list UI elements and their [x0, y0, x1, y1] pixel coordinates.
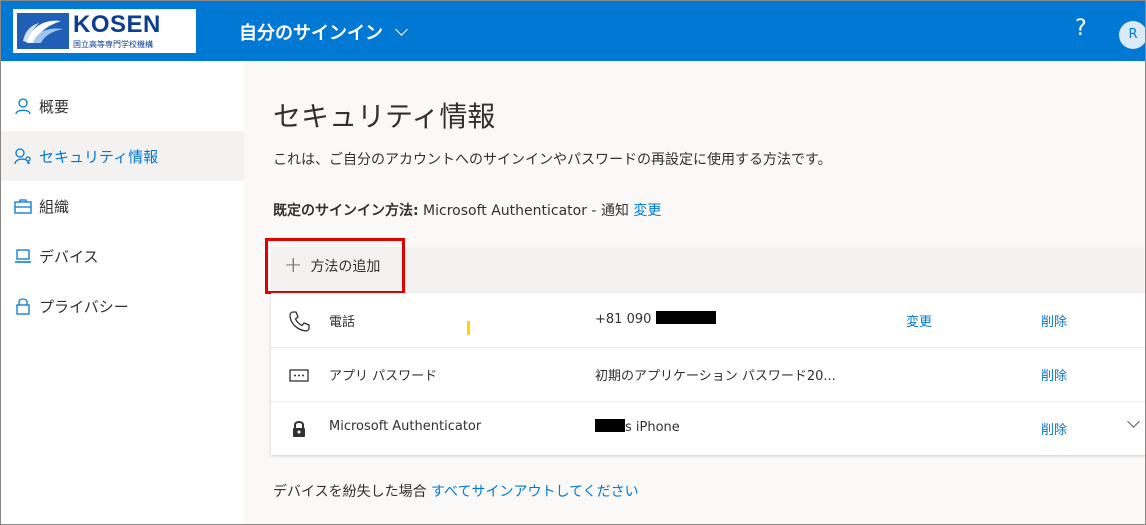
method-detail: s iPhone: [595, 419, 680, 435]
list-item: Microsoft Authenticator s iPhone 削除: [271, 401, 1145, 455]
sidebar-item-privacy[interactable]: プライバシー: [1, 281, 244, 331]
sign-out-everywhere-link[interactable]: すべてサインアウトしてください: [431, 484, 639, 500]
sidebar-item-security-info[interactable]: セキュリティ情報: [1, 131, 244, 181]
security-info-icon: [13, 146, 33, 166]
chevron-down-icon[interactable]: [1127, 415, 1140, 428]
sidebar-item-label: セキュリティ情報: [39, 147, 159, 166]
sidebar-item-overview[interactable]: 概要: [1, 81, 244, 131]
logo-text: KOSEN: [73, 11, 161, 38]
lost-device-label: デバイスを紛失した場合: [273, 484, 432, 500]
phone-number: +81 090: [595, 312, 652, 327]
method-detail: 初期のアプリケーション パスワード20...: [595, 369, 836, 384]
person-icon: [13, 96, 33, 116]
help-icon[interactable]: ?: [1075, 16, 1087, 41]
sidebar-item-label: デバイス: [39, 247, 99, 266]
delete-link[interactable]: 削除: [1041, 365, 1067, 384]
list-item: アプリ パスワード 初期のアプリケーション パスワード20... 削除: [271, 347, 1145, 402]
phone-icon: [287, 309, 311, 333]
app-password-icon: [287, 363, 311, 387]
delete-link[interactable]: 削除: [1041, 311, 1067, 330]
redaction: [655, 311, 716, 324]
sidebar-item-organization[interactable]: 組織: [1, 181, 244, 231]
annotation-mark: [467, 321, 470, 335]
laptop-icon: [13, 246, 33, 266]
default-method-label: 既定のサインイン方法:: [273, 203, 419, 219]
page-title: セキュリティ情報: [273, 100, 496, 133]
method-name: 電話: [329, 315, 356, 330]
highlight-box: [265, 238, 405, 294]
sidebar-item-label: 概要: [39, 97, 70, 116]
redaction: [595, 419, 625, 432]
lost-device-text: デバイスを紛失した場合 すべてサインアウトしてください: [273, 481, 639, 501]
sidebar-item-label: プライバシー: [39, 297, 129, 316]
device-name: s iPhone: [625, 420, 680, 435]
default-signin-method: 既定のサインイン方法: Microsoft Authenticator - 通知…: [273, 200, 661, 220]
page-frame: KOSEN 国立高等専門学校機構 自分のサインイン ? R 概要 セキュリティ情…: [0, 0, 1146, 525]
avatar[interactable]: R: [1119, 21, 1145, 49]
change-default-method-link[interactable]: 変更: [633, 203, 661, 219]
briefcase-icon: [13, 196, 33, 216]
top-bar: KOSEN 国立高等専門学校機構 自分のサインイン ? R: [1, 1, 1145, 61]
methods-list: 電話 +81 090 変更 削除 アプリ パスワード 初期のアプリケーション パ…: [271, 293, 1145, 455]
sidebar-item-devices[interactable]: デバイス: [1, 231, 244, 281]
sidebar-item-label: 組織: [39, 197, 70, 216]
delete-link[interactable]: 削除: [1041, 419, 1067, 438]
lock-icon: [13, 296, 33, 316]
org-logo[interactable]: KOSEN 国立高等専門学校機構: [13, 9, 196, 53]
change-link[interactable]: 変更: [906, 311, 932, 330]
logo-subtext: 国立高等専門学校機構: [73, 40, 153, 49]
method-name: Microsoft Authenticator: [329, 419, 482, 434]
page-description: これは、ご自分のアカウントへのサインインやパスワードの再設定に使用する方法です。: [273, 152, 832, 168]
default-method-value: Microsoft Authenticator - 通知: [418, 203, 634, 219]
authenticator-lock-icon: [287, 417, 311, 441]
list-item: 電話 +81 090 変更 削除: [271, 293, 1145, 348]
method-name: アプリ パスワード: [329, 369, 438, 384]
method-detail: +81 090: [595, 311, 716, 327]
kosen-emblem-icon: [17, 13, 69, 49]
app-title[interactable]: 自分のサインイン: [239, 19, 383, 45]
sidebar: 概要 セキュリティ情報 組織 デバイス プライバシー: [1, 81, 244, 331]
chevron-down-icon[interactable]: [395, 23, 408, 36]
